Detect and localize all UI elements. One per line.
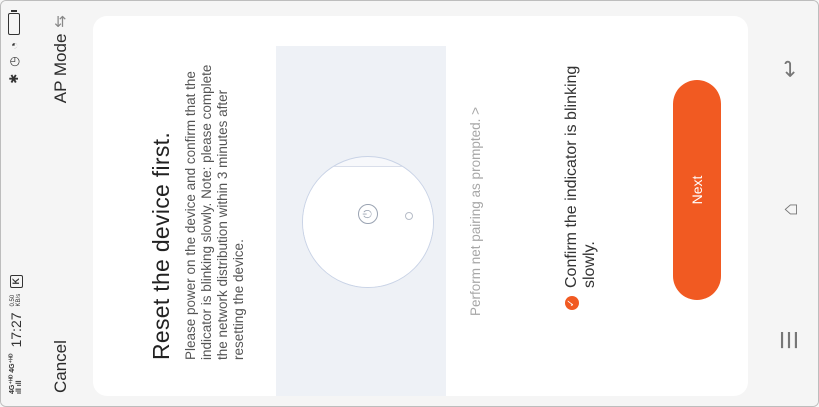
instruction-text: Please power on the device and confirm t… [183,64,246,360]
instruction-card: Reset the device first. Please power on … [93,16,748,396]
status-bar: 4G⁺ᴴᴰ 4G⁺ᴴᴰ ıll ıll 17:27 0.50 KB/s K ✱ … [1,1,31,406]
status-left: 4G⁺ᴴᴰ 4G⁺ᴴᴰ ıll ıll 17:27 0.50 KB/s K [8,274,24,394]
pairing-help-link[interactable]: Perform net pairing as prompted. > [468,107,483,316]
phone-screen: 4G⁺ᴴᴰ 4G⁺ᴴᴰ ıll ıll 17:27 0.50 KB/s K ✱ … [1,1,818,406]
signal-type: 4G⁺ᴴᴰ 4G⁺ᴴᴰ [9,353,16,394]
bluetooth-icon: ✱ [7,73,21,84]
ap-mode-button[interactable]: AP Mode ⇆ [51,15,71,103]
cell-signal-icon: 4G⁺ᴴᴰ 4G⁺ᴴᴰ ıll ıll [9,354,23,394]
wifi-icon: ◔ [7,42,21,50]
back-icon[interactable]: ↩ [777,60,803,78]
device-zoom-circle: ⏻ [302,156,434,288]
net-rate-unit: KB/s [16,293,22,307]
next-button[interactable]: Next [673,80,721,300]
page-title: Reset the device first. [148,131,174,360]
swap-icon: ⇆ [52,15,69,28]
screen-frame: 4G⁺ᴴᴰ 4G⁺ᴴᴰ ıll ıll 17:27 0.50 KB/s K ✱ … [0,0,819,407]
menu-icon[interactable]: ☰ [777,330,803,350]
ap-mode-label: AP Mode [51,33,70,104]
signal-bars: ıll ıll [16,380,23,394]
clock: 17:27 [8,312,24,348]
home-icon[interactable]: ⌂ [777,203,803,216]
power-icon: ⏻ [358,204,378,224]
k-badge-icon: K [9,274,23,288]
status-right: ✱ ◷ ◔ [7,13,21,84]
confirm-label: Confirm the indicator is blinking slowly… [563,65,598,288]
net-rate: 0.50 KB/s [10,294,22,307]
check-icon[interactable]: ✓ [565,296,579,310]
device-illustration: ⏻ [276,46,446,396]
cancel-button[interactable]: Cancel [51,340,71,393]
header: Cancel AP Mode ⇆ [35,1,75,406]
indicator-light [405,212,413,220]
device-body [302,166,434,288]
navigation-bar: ☰ ⌂ ↩ [761,1,818,406]
alarm-icon: ◷ [7,56,21,67]
confirm-checkbox[interactable]: ✓ Confirm the indicator is blinking slow… [563,60,599,310]
battery-icon [8,13,20,35]
